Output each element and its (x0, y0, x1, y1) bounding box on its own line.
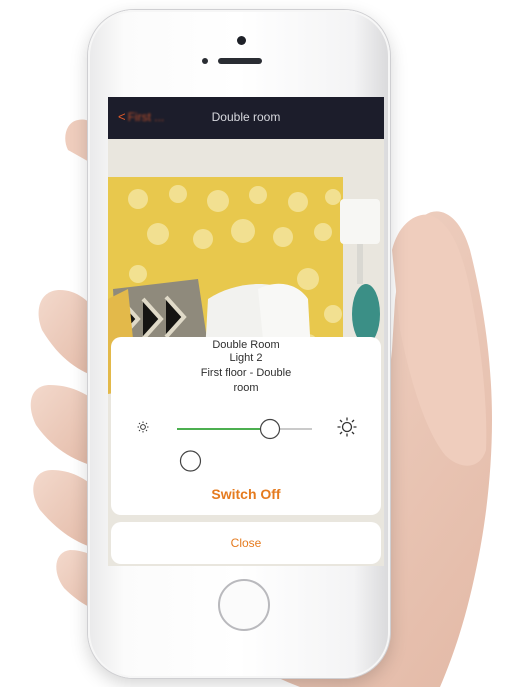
light-control-popup: Double Room Light 2 First floor - Double… (111, 337, 381, 515)
page-title: Double room (211, 110, 281, 124)
earpiece-speaker (218, 58, 262, 64)
proximity-sensor (202, 58, 208, 64)
brightness-slider-thumb (259, 418, 281, 440)
sun-large-icon (337, 417, 357, 437)
home-button[interactable] (218, 579, 270, 631)
app-screen: < First ... Double room Double Room Light… (108, 97, 384, 566)
room-name: Double Room (212, 339, 280, 351)
brightness-slider[interactable] (177, 418, 312, 440)
nav-bar: < First ... Double room (108, 97, 384, 139)
light-location-line1: First floor - Double (200, 367, 292, 379)
switch-off-button[interactable]: Switch Off (111, 483, 381, 505)
color-slider-thumb (179, 450, 202, 472)
light-name: Light 2 (229, 352, 263, 364)
color-slider[interactable] (132, 449, 354, 473)
close-button[interactable]: Close (111, 522, 381, 564)
front-camera (237, 36, 246, 45)
sun-small-icon (137, 421, 149, 433)
light-location-line2: room (233, 382, 259, 394)
